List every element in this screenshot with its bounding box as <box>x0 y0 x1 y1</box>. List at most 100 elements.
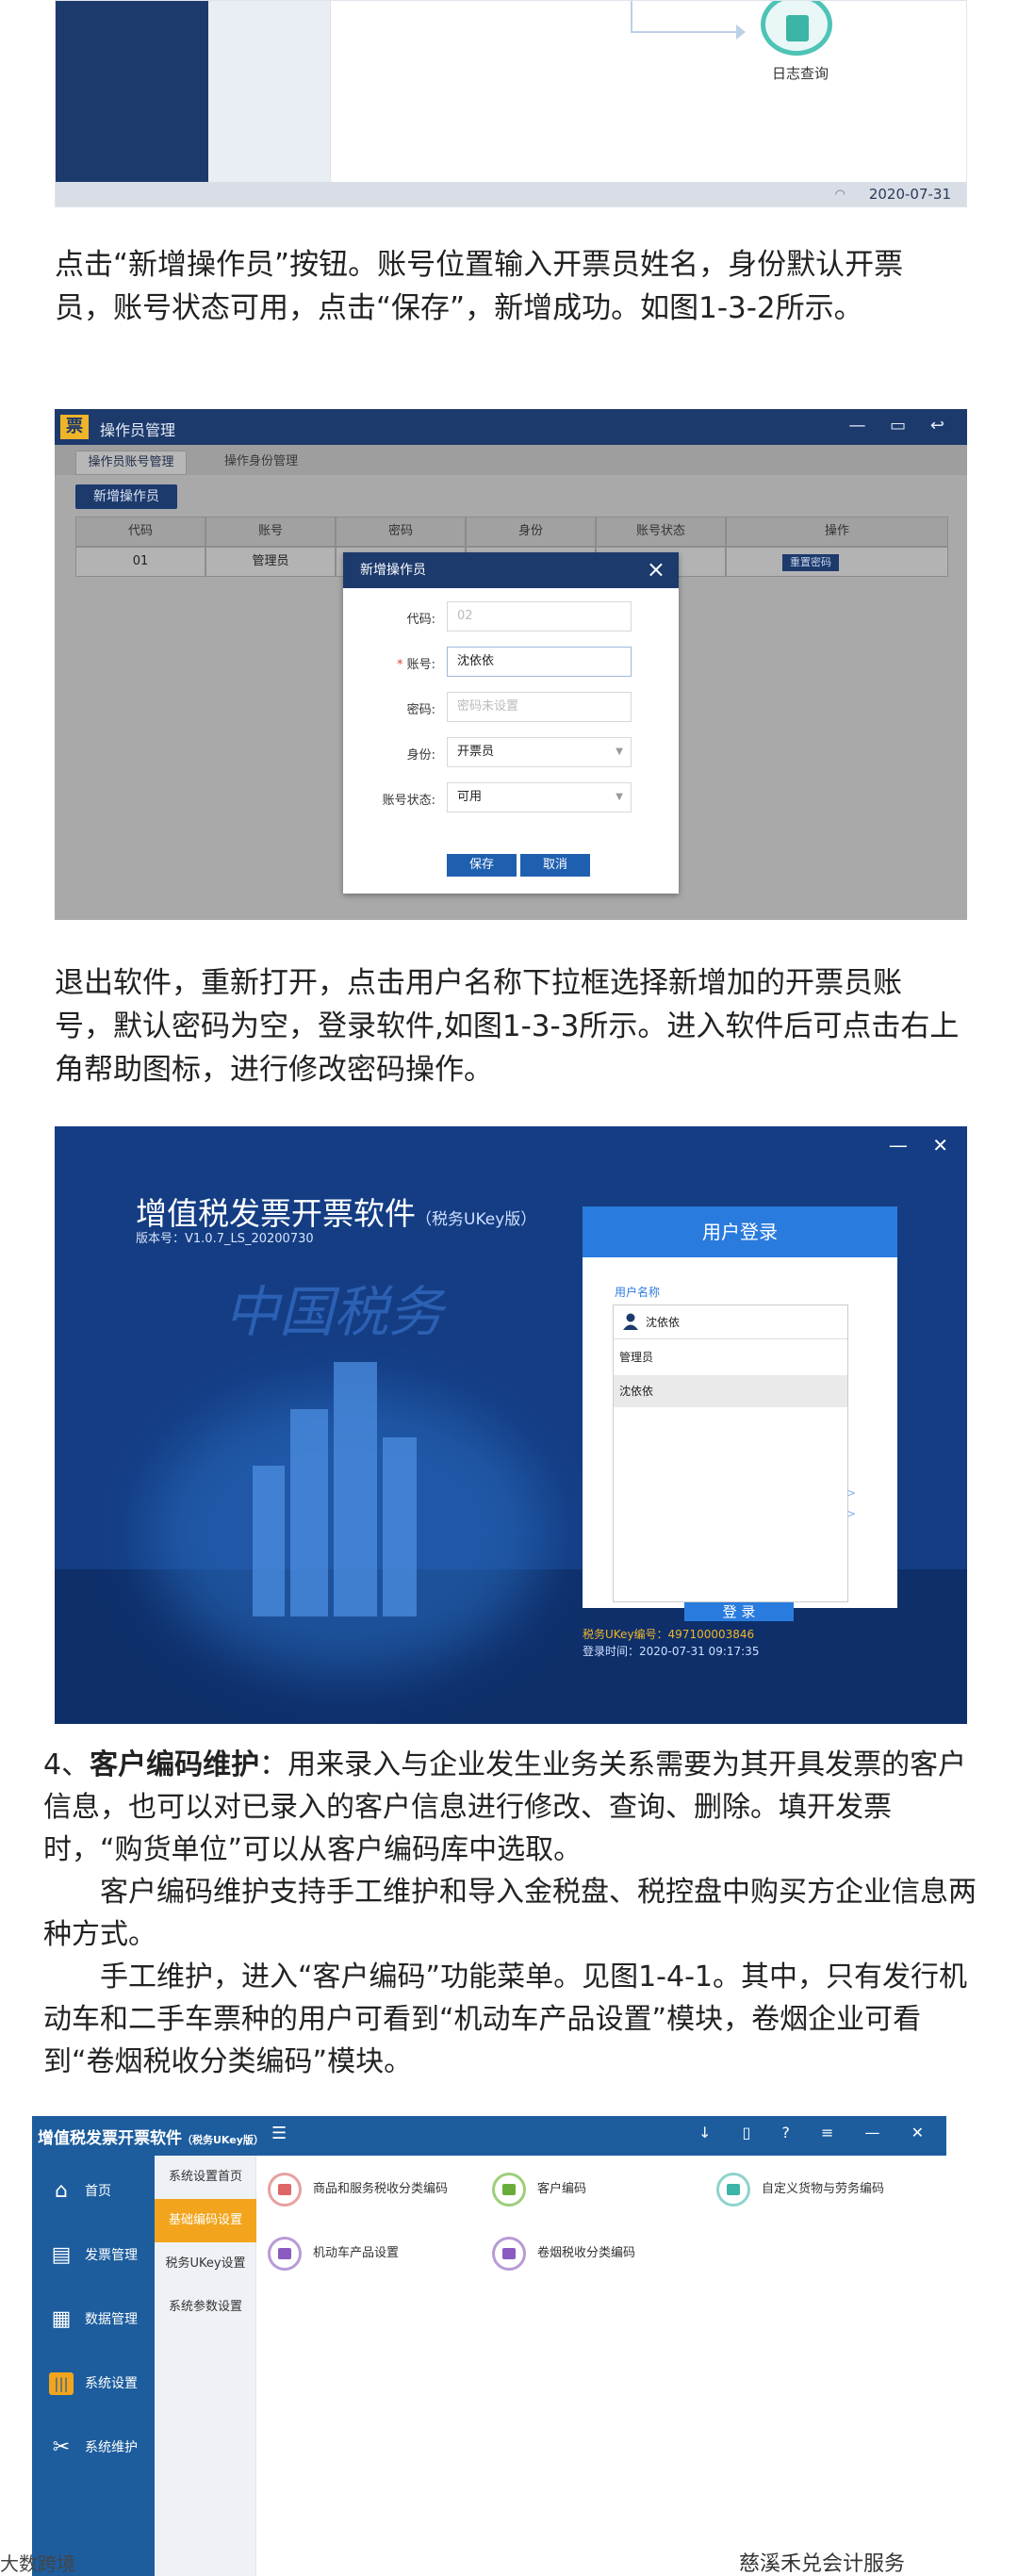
dialog-title: 新增操作员 <box>343 552 679 588</box>
field-label-account: * 账号: <box>396 658 435 672</box>
login-time: 登录时间：2020-07-31 09:17:35 <box>583 1645 760 1658</box>
close-icon[interactable]: × <box>647 556 665 582</box>
figure-1-3-2: 票 操作员管理 — ▭ ↩ 操作员账号管理 操作身份管理 新增操作员 代码 账号… <box>55 409 967 920</box>
sub-item-settings-home[interactable]: 系统设置首页 <box>155 2156 256 2199</box>
reset-password-button[interactable]: 重置密码 <box>782 554 839 571</box>
nav-item-settings[interactable]: ||| 系统设置 <box>32 2355 155 2412</box>
column-header: 代码 <box>75 517 205 547</box>
window-controls[interactable]: — ✕ <box>889 1134 958 1157</box>
calligraphy-logo: 中国税务 <box>224 1280 444 1344</box>
password-field[interactable]: 密码未设置 <box>447 692 632 722</box>
app-title: 增值税发票开票软件（税务UKey版） <box>38 2129 264 2148</box>
add-operator-dialog: 新增操作员 × 代码: 02 * 账号: 沈依依 密码: 密码未设置 身份: 开… <box>343 552 679 894</box>
settings-sliders-icon: ||| <box>49 2372 74 2395</box>
goods-code-icon <box>716 2173 750 2207</box>
column-header: 账号 <box>205 517 336 547</box>
column-header: 账号状态 <box>596 517 726 547</box>
tab-strip <box>55 445 967 475</box>
tobacco-code-icon <box>492 2237 526 2271</box>
tools-icon: ✂ <box>52 2436 71 2459</box>
feature-tax-classification[interactable]: 商品和服务税收分类编码 <box>268 2171 448 2208</box>
app-title: 增值税发票开票软件（税务UKey版） <box>136 1195 537 1232</box>
version-label: 版本号：V1.0.7_LS_20200730 <box>136 1232 314 1246</box>
field-label-role: 身份: <box>406 748 435 763</box>
field-label-code: 代码: <box>406 613 435 627</box>
sub-item-params[interactable]: 系统参数设置 <box>155 2286 256 2329</box>
nav-item-invoice[interactable]: ▤ 发票管理 <box>32 2227 155 2284</box>
wechat-watermark: 慈溪禾兑会计服务 <box>739 2552 906 2576</box>
nav-item-home[interactable]: ⌂ 首页 <box>32 2163 155 2220</box>
tab-operator-roles[interactable]: 操作身份管理 <box>205 451 317 475</box>
user-option[interactable]: 管理员 <box>614 1341 847 1373</box>
chevron-down-icon: ▼ <box>616 747 623 757</box>
user-option[interactable]: 沈依依 <box>614 1375 847 1407</box>
building-graphic <box>290 1409 328 1616</box>
account-field[interactable]: 沈依依 <box>447 647 632 677</box>
network-icon: ◠ <box>834 188 846 202</box>
paragraph-maintenance-methods: 客户编码维护支持手工维护和导入金税盘、税控盘中购买方企业信息两种方式。 <box>43 1876 977 1951</box>
figure-1-3-3: — ✕ 增值税发票开票软件（税务UKey版） 版本号：V1.0.7_LS_202… <box>55 1126 967 1724</box>
building-graphic <box>383 1437 417 1616</box>
flow-arrow-icon <box>736 25 746 40</box>
feature-custom-goods[interactable]: 自定义货物与劳务编码 <box>716 2171 884 2208</box>
login-title: 用户登录 <box>583 1206 897 1257</box>
flow-connector <box>631 31 744 33</box>
status-select[interactable]: 可用 ▼ <box>447 782 632 812</box>
feature-tobacco-code[interactable]: 卷烟税收分类编码 <box>492 2235 635 2272</box>
status-date: 2020-07-31 <box>868 186 951 203</box>
add-operator-button[interactable]: 新增操作员 <box>75 484 177 509</box>
chevron-down-icon: ▼ <box>616 792 623 802</box>
user-icon <box>623 1313 638 1330</box>
nav-item-maintenance[interactable]: ✂ 系统维护 <box>32 2420 155 2476</box>
sub-nav: 系统设置首页 基础编码设置 税务UKey设置 系统参数设置 <box>155 2156 256 2576</box>
status-value: 可用 <box>457 790 483 804</box>
sub-item-basic-codes[interactable]: 基础编码设置 <box>155 2199 256 2242</box>
tax-code-icon <box>268 2173 302 2207</box>
field-label-status: 账号状态: <box>382 794 435 808</box>
main-panel <box>331 1 966 182</box>
figure-1-3-1-fragment: 日志查询 ◠ 2020-07-31 <box>55 0 967 207</box>
vehicle-icon <box>268 2237 302 2271</box>
paragraph-manual-maintenance: 手工维护，进入“客户编码”功能菜单。见图1-4-1。其中，只有发行机动车和二手车… <box>43 1961 967 2078</box>
building-graphic <box>334 1362 377 1616</box>
sidebar-submenu <box>208 1 331 206</box>
sub-item-ukey[interactable]: 税务UKey设置 <box>155 2242 256 2286</box>
printer-icon: ▤ <box>51 2243 72 2267</box>
column-header: 操作 <box>726 517 948 547</box>
save-button[interactable]: 保存 <box>447 854 517 877</box>
building-graphic <box>253 1466 285 1616</box>
tab-operator-accounts[interactable]: 操作员账号管理 <box>75 451 187 475</box>
menu-icon[interactable]: ☰ <box>271 2124 287 2143</box>
feature-customer-code[interactable]: 客户编码 <box>492 2171 586 2208</box>
paragraph-customer-code: 4、客户编码维护：用来录入与企业发生业务关系需要为其开具发票的客户信息，也可以对… <box>43 1748 967 1866</box>
table-cell: 01 <box>75 547 205 577</box>
user-dropdown[interactable]: 沈依依 管理员 沈依依 <box>613 1304 848 1602</box>
cancel-button[interactable]: 取消 <box>520 854 590 877</box>
code-field[interactable]: 02 <box>447 601 632 632</box>
role-value: 开票员 <box>457 745 495 759</box>
user-name-label: 用户名称 <box>615 1286 661 1299</box>
window-controls[interactable]: — ▭ ↩ <box>848 416 954 435</box>
figure-1-4-1: 增值税发票开票软件（税务UKey版） ☰ ↓ ▯ ? ≡ — ✕ ⌂ 首页 ▤ 发票… <box>32 2116 946 2576</box>
main-nav: ⌂ 首页 ▤ 发票管理 ▦ 数据管理 ||| 系统设置 ✂ 系统维护 <box>32 2156 155 2576</box>
ukey-number: 税务UKey编号：497100003846 <box>583 1628 755 1641</box>
flow-connector <box>631 1 632 33</box>
header-icons[interactable]: ↓ ▯ ? ≡ — ✕ <box>698 2124 937 2141</box>
help-chevron-icon: > > <box>846 1486 857 1520</box>
nav-item-data[interactable]: ▦ 数据管理 <box>32 2291 155 2348</box>
app-logo: 票 <box>60 415 89 439</box>
title-bar <box>55 409 967 445</box>
paragraph-add-operator: 点击“新增操作员”按钮。账号位置输入开票员姓名，身份默认开票员，账号状态可用，点… <box>55 248 904 325</box>
login-panel: 用户登录 用户名称 沈依依 管理员 沈依依 登 录 <box>583 1206 897 1621</box>
column-header: 身份 <box>466 517 596 547</box>
feature-vehicle-products[interactable]: 机动车产品设置 <box>268 2235 399 2272</box>
customer-code-icon <box>492 2173 526 2207</box>
corner-watermark: 大数跨境 <box>0 2552 75 2575</box>
role-select[interactable]: 开票员 ▼ <box>447 737 632 767</box>
data-icon: ▦ <box>51 2307 72 2331</box>
window-title: 操作员管理 <box>100 421 176 439</box>
field-label-password: 密码: <box>406 703 435 717</box>
log-query-label: 日志查询 <box>771 65 829 82</box>
login-button[interactable]: 登 录 <box>684 1602 794 1621</box>
user-select[interactable]: 沈依依 <box>614 1305 847 1339</box>
